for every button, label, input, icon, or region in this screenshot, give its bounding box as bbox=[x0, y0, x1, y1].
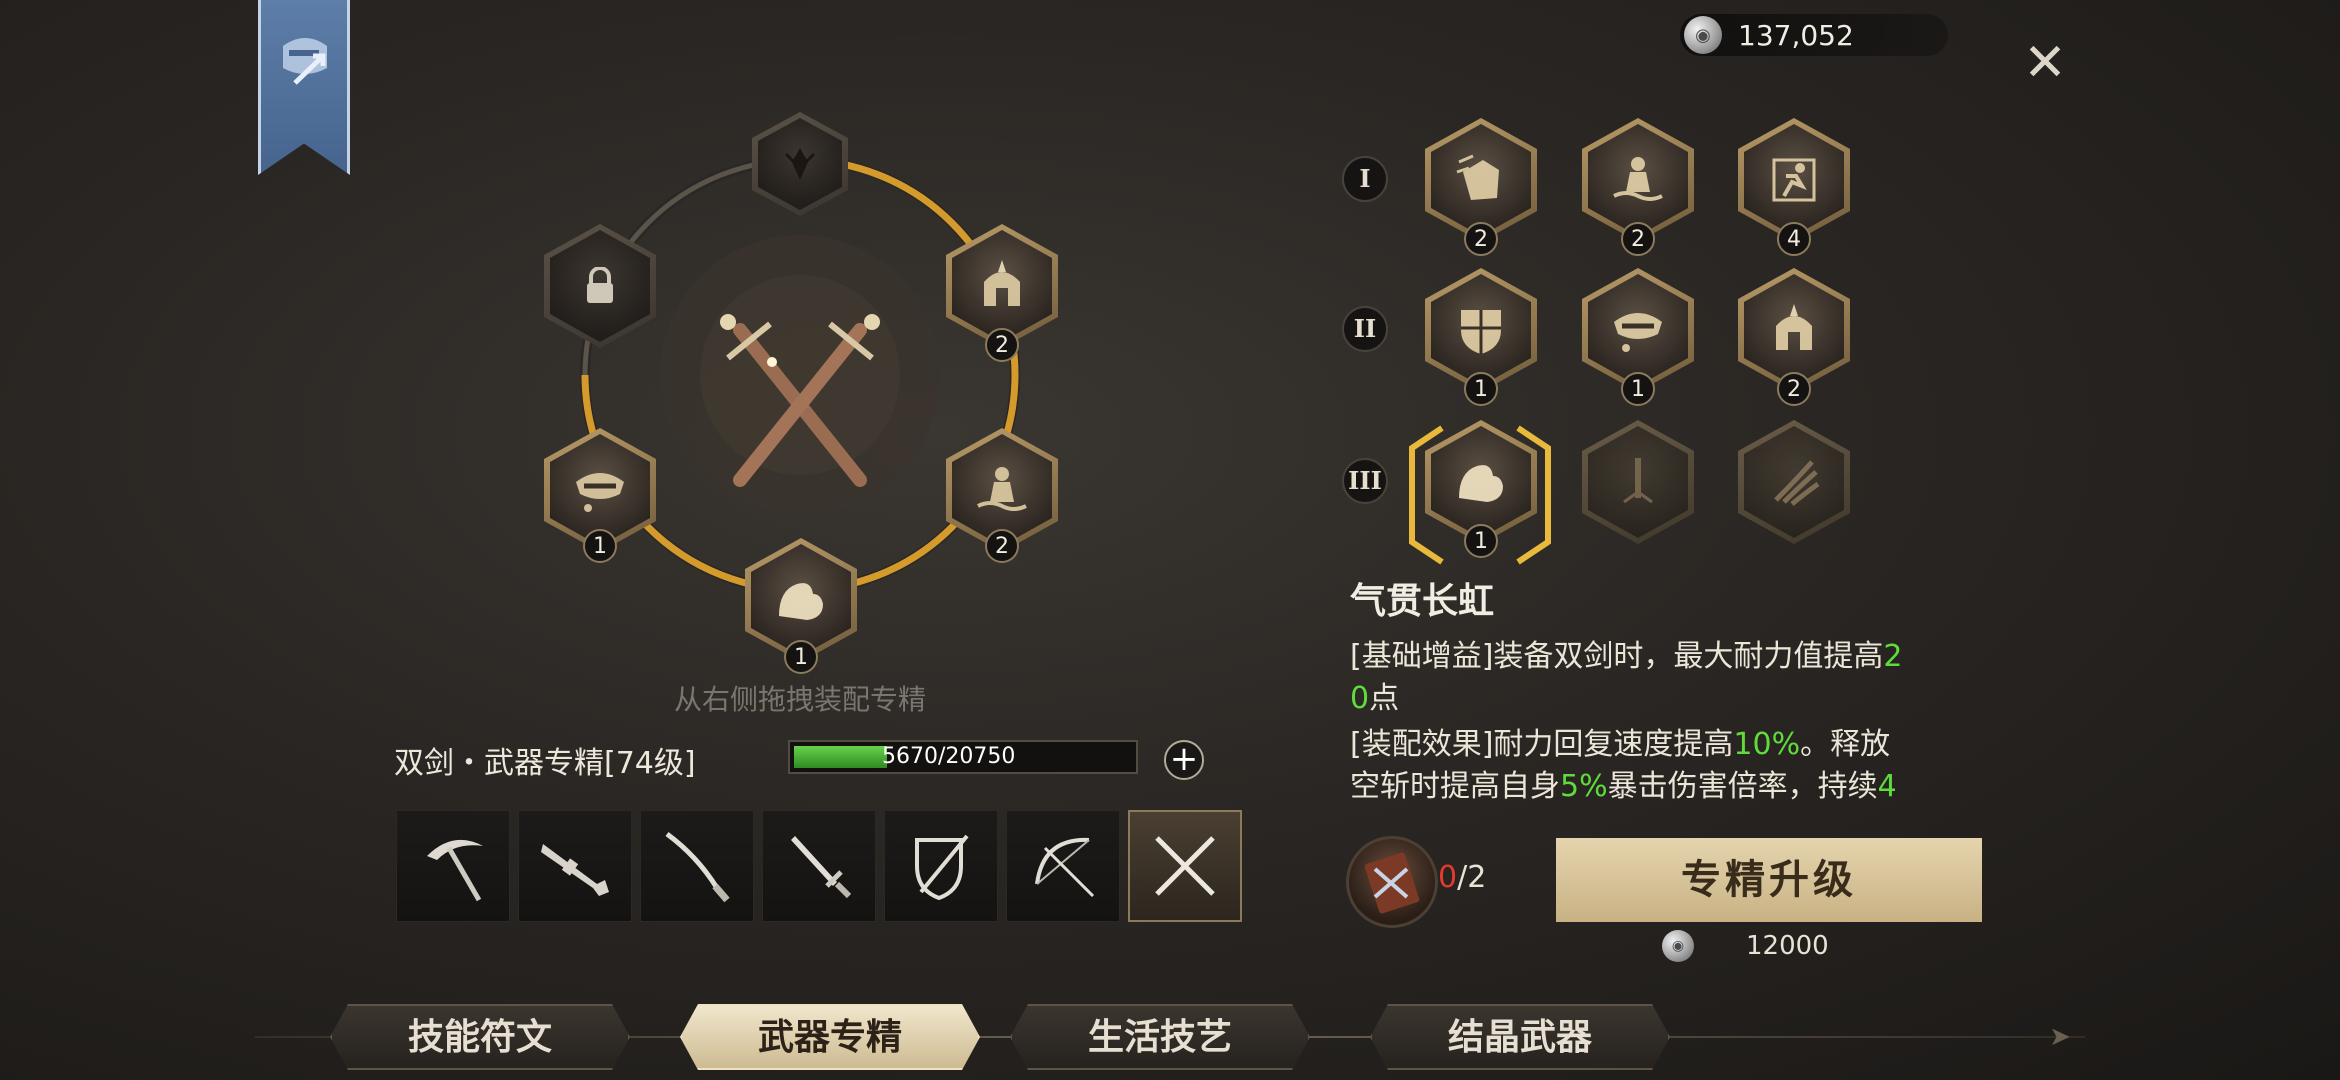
scythe-icon bbox=[427, 839, 483, 902]
upgrade-mastery-button[interactable]: 专精升级 bbox=[1556, 838, 1982, 922]
tier3-skill-2[interactable] bbox=[1582, 420, 1694, 544]
flexed-arm-icon bbox=[779, 583, 823, 620]
skill-book-item[interactable] bbox=[1346, 836, 1438, 928]
weapon-mastery-title: 双剑・武器专精[74级] bbox=[394, 746, 696, 781]
skill-desc-equip-text-2: 。释放 bbox=[1800, 727, 1891, 762]
weapon-slot-sword-shield[interactable] bbox=[884, 810, 998, 922]
sword-shield-icon bbox=[915, 834, 969, 901]
skill-desc-equip: [装配效果]耐力回复速度提高10%。释放 空斩时提高自身5%暴击伤害倍率，持续4 bbox=[1350, 724, 1990, 812]
ring-badge-right-top: 2 bbox=[985, 328, 1019, 362]
sword-burst-icon bbox=[1623, 458, 1653, 504]
spartan-helmet-icon bbox=[984, 260, 1020, 306]
xp-bar: 5670/20750 bbox=[788, 740, 1138, 774]
dual-swords-icon bbox=[720, 314, 880, 487]
silver-coin-icon: ◉ bbox=[1684, 16, 1722, 54]
skill-desc-equip-value: 10% bbox=[1733, 727, 1801, 762]
skill-desc-equip-text-4: 暴击伤害倍率，持续 bbox=[1607, 769, 1878, 804]
rising-figure-icon bbox=[977, 467, 1027, 511]
tier-label-1: I bbox=[1342, 156, 1388, 202]
skill-name: 气贯长虹 bbox=[1350, 581, 1495, 622]
skill-desc-crit-value: 5% bbox=[1560, 769, 1608, 804]
ring-badge-left-bottom: 1 bbox=[583, 529, 617, 563]
weapon-slot-scythe[interactable] bbox=[396, 810, 510, 922]
guild-banner[interactable] bbox=[258, 0, 350, 175]
weapon-slot-rifle[interactable] bbox=[518, 810, 632, 922]
weapon-slot-sword[interactable] bbox=[762, 810, 876, 922]
tier2-badge-2: 1 bbox=[1621, 372, 1655, 406]
claw-slash-icon bbox=[1774, 460, 1820, 506]
running-figure-icon bbox=[1772, 158, 1816, 202]
dual-swords-small-icon bbox=[1155, 836, 1215, 896]
knight-helmet-icon bbox=[283, 38, 327, 85]
tab-life-skills[interactable]: 生活技艺 bbox=[1010, 1004, 1310, 1070]
close-button[interactable]: ✕ bbox=[2020, 37, 2070, 89]
skill-desc-equip-text: [装配效果]耐力回复速度提高 bbox=[1350, 727, 1734, 762]
skill-desc-value: 2 bbox=[1883, 639, 1903, 674]
skill-book-need: /2 bbox=[1457, 860, 1487, 895]
skill-desc-duration-value: 4 bbox=[1877, 769, 1897, 804]
tier1-badge-2: 2 bbox=[1621, 222, 1655, 256]
tier1-badge-1: 2 bbox=[1464, 222, 1498, 256]
weapon-slot-katana[interactable] bbox=[640, 810, 754, 922]
skill-book-icon bbox=[1364, 852, 1420, 914]
tier-label-3: III bbox=[1342, 458, 1388, 504]
currency-display: ◉ 137,052 bbox=[1680, 14, 1948, 56]
skill-desc-base-text: [基础增益]装备双剑时，最大耐力值提高 bbox=[1350, 639, 1884, 674]
add-xp-button[interactable]: + bbox=[1164, 740, 1204, 780]
spartan-helmet-icon bbox=[1776, 304, 1812, 350]
lock-icon bbox=[587, 267, 613, 303]
drag-hint-text: 从右侧拖拽装配专精 bbox=[673, 683, 926, 716]
rising-figure-icon bbox=[1613, 157, 1663, 201]
tier3-badge-1: 1 bbox=[1464, 524, 1498, 558]
upgrade-cost: ◉ 12000 bbox=[1662, 930, 1829, 962]
skill-desc-equip-text-3: 空斩时提高自身 bbox=[1350, 769, 1560, 804]
weapon-slot-bow[interactable] bbox=[1006, 810, 1120, 922]
katana-icon bbox=[665, 831, 730, 903]
fist-strike-icon bbox=[1456, 154, 1499, 200]
skill-book-have: 0 bbox=[1438, 860, 1458, 895]
bow-icon bbox=[1035, 837, 1095, 898]
tier2-badge-3: 2 bbox=[1777, 372, 1811, 406]
demon-emblem-icon bbox=[784, 148, 816, 180]
roar-mouth-icon bbox=[1614, 313, 1662, 352]
tab-crystal-weapons[interactable]: 结晶武器 bbox=[1370, 1004, 1670, 1070]
ring-badge-right-bottom: 2 bbox=[985, 529, 1019, 563]
ring-badge-bottom: 1 bbox=[784, 640, 818, 674]
rifle-icon bbox=[541, 844, 609, 896]
sword-icon bbox=[791, 836, 852, 899]
tier3-skill-3[interactable] bbox=[1738, 420, 1850, 544]
tier-label-2: II bbox=[1342, 306, 1388, 352]
tab-weapon-mastery[interactable]: 武器专精 bbox=[680, 1004, 980, 1070]
skill-desc-unit: 点 bbox=[1369, 681, 1400, 716]
tier2-badge-1: 1 bbox=[1464, 372, 1498, 406]
roar-mouth-icon bbox=[576, 473, 624, 512]
currency-amount: 137,052 bbox=[1738, 18, 1854, 52]
silver-coin-icon: ◉ bbox=[1662, 930, 1694, 962]
flexed-arm-icon bbox=[1459, 465, 1503, 502]
tier1-badge-3: 4 bbox=[1777, 222, 1811, 256]
arrow-ornament-icon: ➤ bbox=[2049, 1022, 2071, 1052]
tab-skill-runes[interactable]: 技能符文 bbox=[330, 1004, 630, 1070]
upgrade-cost-value: 12000 bbox=[1746, 931, 1829, 961]
skill-desc-base: [基础增益]装备双剑时，最大耐力值提高2 0点 bbox=[1350, 636, 1990, 720]
skill-desc-value-cont: 0 bbox=[1350, 681, 1370, 716]
weapon-selector bbox=[396, 810, 1242, 922]
xp-text: 5670/20750 bbox=[882, 744, 1016, 769]
weapon-slot-dual-swords[interactable] bbox=[1128, 810, 1242, 922]
skill-book-count: 0/2 bbox=[1438, 860, 1486, 895]
xp-bar-fill bbox=[794, 746, 888, 768]
shield-icon bbox=[1461, 310, 1501, 354]
